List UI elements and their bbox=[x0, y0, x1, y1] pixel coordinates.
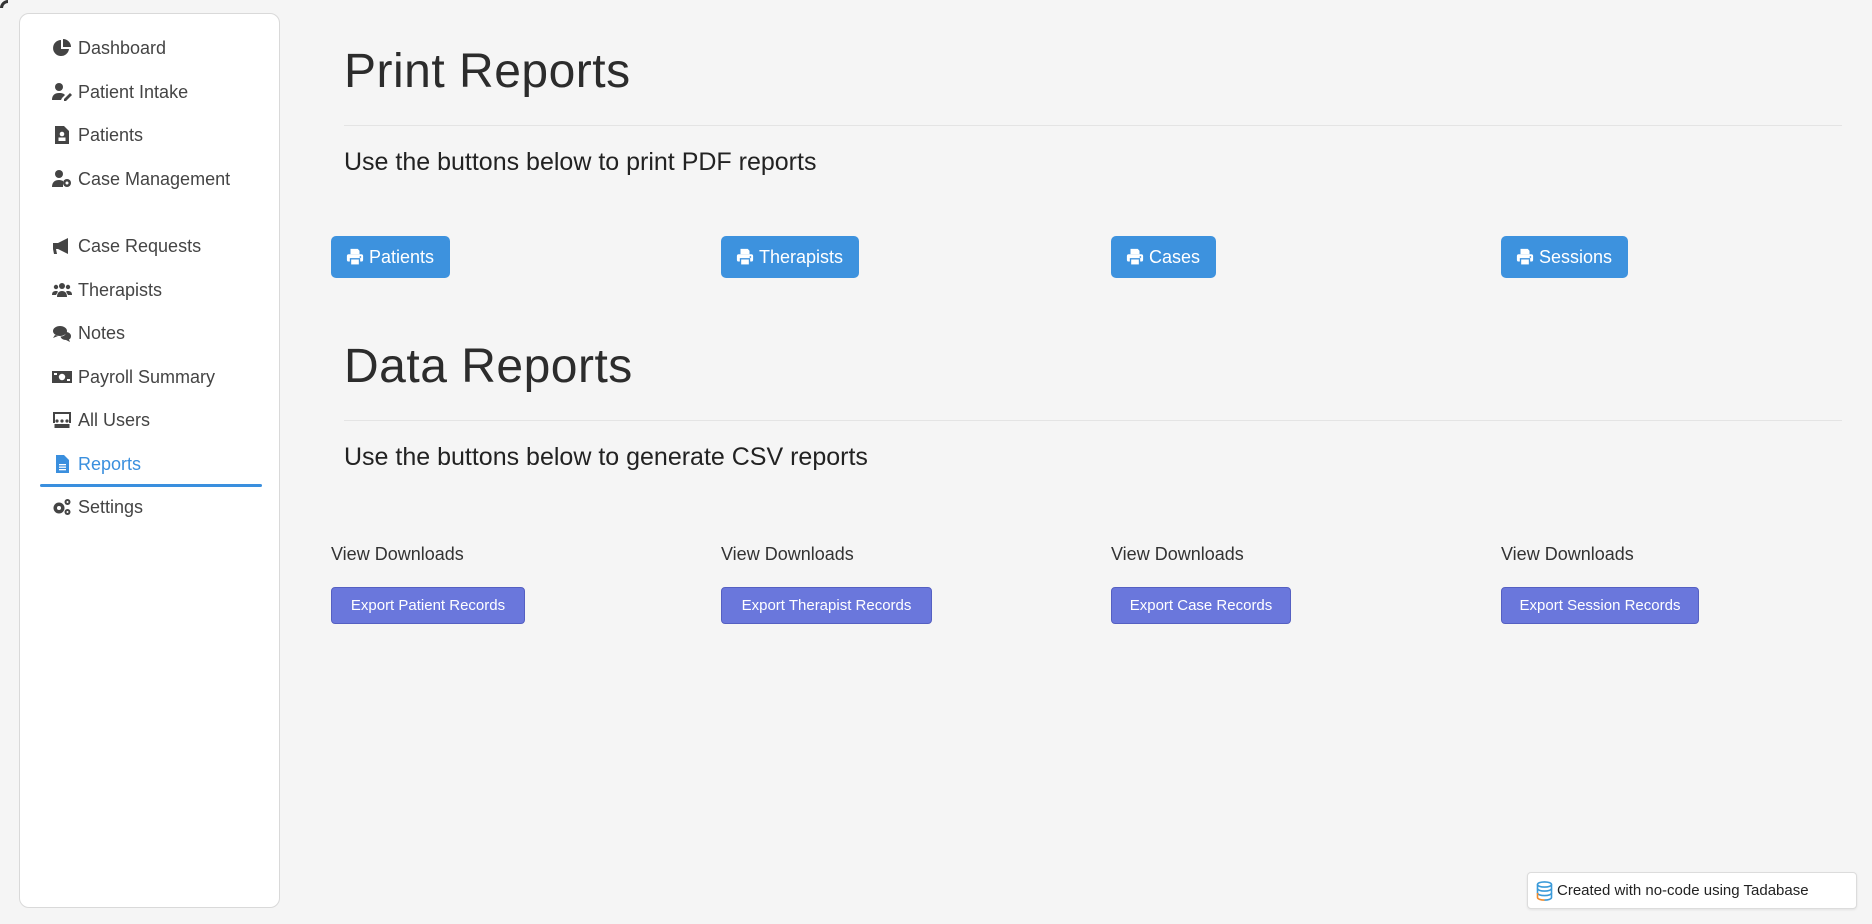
bullhorn-icon bbox=[52, 236, 74, 258]
view-downloads-link[interactable]: View Downloads bbox=[1111, 544, 1244, 565]
file-alt-icon bbox=[52, 454, 74, 476]
data-reports-title: Data Reports bbox=[344, 340, 633, 393]
export-therapist-records-button[interactable]: Export Therapist Records bbox=[721, 587, 932, 624]
print-icon bbox=[346, 248, 364, 266]
chalkboard-teacher-icon bbox=[52, 410, 74, 432]
sidebar-item-label: Payroll Summary bbox=[78, 367, 216, 387]
sidebar-item-notes[interactable]: Notes bbox=[52, 321, 252, 346]
sidebar-item-therapists[interactable]: Therapists bbox=[52, 278, 252, 303]
print-icon bbox=[1126, 248, 1144, 266]
view-downloads-link[interactable]: View Downloads bbox=[1501, 544, 1634, 565]
view-downloads-link[interactable]: View Downloads bbox=[721, 544, 854, 565]
print-patients-button[interactable]: Patients bbox=[331, 236, 451, 278]
print-sessions-button[interactable]: Sessions bbox=[1501, 236, 1629, 278]
print-cases-label: Cases bbox=[1149, 246, 1201, 267]
sidebar-item-case-management[interactable]: Case Management bbox=[52, 167, 252, 192]
sidebar-item-settings[interactable]: Settings bbox=[52, 495, 252, 520]
divider bbox=[344, 420, 1842, 421]
file-user-icon bbox=[52, 125, 74, 147]
users-icon bbox=[52, 280, 74, 302]
sidebar-item-label: Patients bbox=[78, 125, 144, 145]
sidebar-item-label: Case Management bbox=[78, 169, 231, 189]
print-sessions-label: Sessions bbox=[1539, 246, 1613, 267]
sidebar-item-label: Notes bbox=[78, 323, 126, 343]
print-icon bbox=[1516, 248, 1534, 266]
sidebar-item-all-users[interactable]: All Users bbox=[52, 408, 252, 433]
sidebar-item-label: Reports bbox=[78, 454, 142, 474]
cogs-icon bbox=[52, 497, 74, 519]
sidebar-item-label: Case Requests bbox=[78, 236, 202, 256]
print-reports-subtitle: Use the buttons below to print PDF repor… bbox=[344, 148, 817, 176]
print-therapists-label: Therapists bbox=[759, 246, 844, 267]
sidebar-item-label: Therapists bbox=[78, 280, 163, 300]
sidebar-item-label: Dashboard bbox=[78, 38, 167, 58]
database-icon bbox=[1536, 880, 1553, 901]
print-patients-label: Patients bbox=[369, 246, 435, 267]
divider bbox=[344, 125, 1842, 126]
active-indicator bbox=[40, 484, 262, 487]
badge-text: Created with no-code using Tadabase bbox=[1557, 882, 1809, 899]
tadabase-badge[interactable]: Created with no-code using Tadabase bbox=[1527, 872, 1857, 909]
export-session-records-button[interactable]: Export Session Records bbox=[1501, 587, 1699, 624]
sidebar-item-label: Settings bbox=[78, 497, 144, 517]
export-case-records-button[interactable]: Export Case Records bbox=[1111, 587, 1291, 624]
sidebar-item-dashboard[interactable]: Dashboard bbox=[52, 36, 252, 61]
view-downloads-link[interactable]: View Downloads bbox=[331, 544, 464, 565]
print-icon bbox=[736, 248, 754, 266]
data-reports-subtitle: Use the buttons below to generate CSV re… bbox=[344, 443, 868, 471]
sidebar-item-case-requests[interactable]: Case Requests bbox=[52, 234, 252, 259]
user-edit-icon bbox=[52, 82, 74, 104]
sidebar-item-label: All Users bbox=[78, 410, 151, 430]
print-cases-button[interactable]: Cases bbox=[1111, 236, 1217, 278]
sidebar-item-patients[interactable]: Patients bbox=[52, 123, 252, 148]
sidebar-item-payroll-summary[interactable]: Payroll Summary bbox=[52, 365, 252, 390]
sidebar-item-reports[interactable]: Reports bbox=[52, 452, 252, 477]
sidebar-item-patient-intake[interactable]: Patient Intake bbox=[52, 80, 252, 105]
export-patient-records-button[interactable]: Export Patient Records bbox=[331, 587, 525, 624]
window-corner bbox=[0, 0, 8, 8]
comments-icon bbox=[52, 323, 74, 345]
sidebar-item-label: Patient Intake bbox=[78, 82, 189, 102]
print-therapists-button[interactable]: Therapists bbox=[721, 236, 860, 278]
sidebar: Dashboard Patient Intake Patients Case M… bbox=[19, 13, 280, 908]
print-reports-title: Print Reports bbox=[344, 45, 631, 98]
chart-pie-icon bbox=[52, 38, 74, 60]
user-cog-icon bbox=[52, 169, 74, 191]
money-bill-icon bbox=[52, 367, 74, 389]
